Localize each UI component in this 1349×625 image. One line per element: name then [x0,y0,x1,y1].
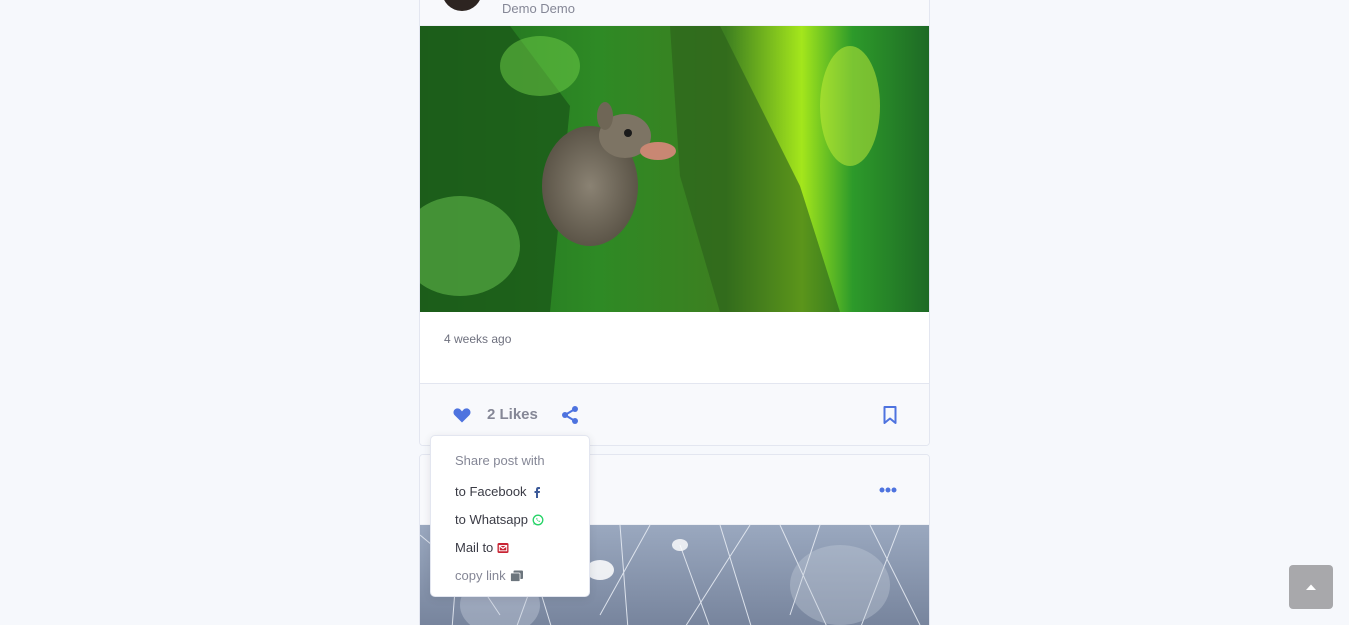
likes-count[interactable]: 2 Likes [487,406,538,423]
copy-icon [509,570,523,582]
heart-icon[interactable] [452,405,472,425]
share-mail-item[interactable]: Mail to [455,540,509,555]
envelope-icon [497,542,509,554]
post-timestamp: 4 weeks ago [444,332,512,346]
facebook-icon [531,486,543,498]
scroll-to-top-button[interactable] [1289,565,1333,609]
post-image[interactable] [420,26,929,312]
share-menu-header: Share post with [455,453,545,468]
ellipsis-icon[interactable] [878,483,898,497]
share-whatsapp-item[interactable]: to Whatsapp [455,512,544,527]
share-item-label: copy link [455,568,506,583]
share-facebook-item[interactable]: to Facebook [455,484,543,499]
bookmark-icon[interactable] [882,405,898,425]
share-item-label: to Facebook [455,484,527,499]
post-header: Demo Demo [420,0,929,26]
share-icon[interactable] [561,405,579,425]
post-card: Demo Demo 4 weeks ago 2 Likes [419,0,930,446]
share-menu: Share post with to Facebook to Whatsapp … [430,435,590,597]
share-item-label: Mail to [455,540,494,555]
chevron-up-icon [1305,578,1317,596]
feed-page: Demo Demo 4 weeks ago 2 Likes Share post… [0,0,1349,625]
post-meta: 4 weeks ago [420,312,929,383]
share-copy-link-item[interactable]: copy link [455,568,523,583]
avatar[interactable] [442,0,482,11]
whatsapp-icon [532,514,544,526]
post-author[interactable]: Demo Demo [502,1,575,16]
share-item-label: to Whatsapp [455,512,528,527]
